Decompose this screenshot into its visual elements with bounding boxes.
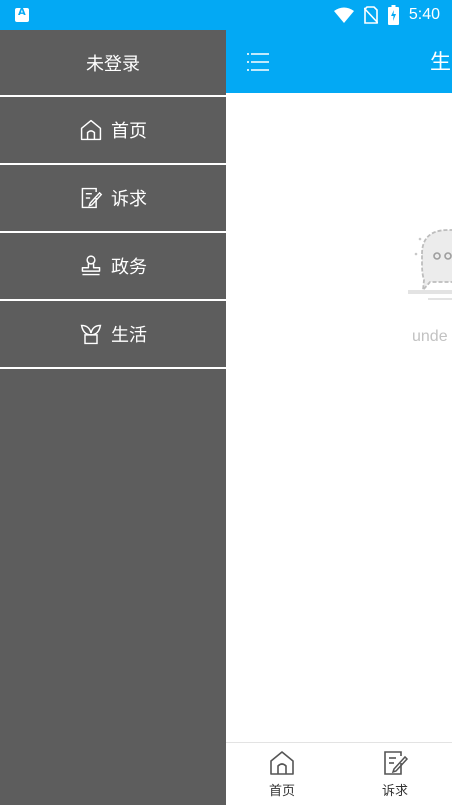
drawer-item-appeal[interactable]: 诉求 bbox=[0, 165, 226, 233]
tab-appeal[interactable]: 诉求 bbox=[365, 749, 425, 803]
no-sim-icon bbox=[363, 6, 378, 24]
status-icons: 5:40 bbox=[333, 4, 440, 26]
edit-note-icon bbox=[81, 187, 103, 209]
main-page: 生 unde 首页 诉求 bbox=[226, 30, 452, 805]
drawer-item-life[interactable]: 生活 bbox=[0, 301, 226, 369]
drawer-login-header[interactable]: 未登录 bbox=[0, 30, 226, 97]
status-bar: A 5:40 bbox=[0, 0, 452, 30]
app-notification-icon: A bbox=[15, 7, 29, 22]
app-bar: 生 bbox=[226, 30, 452, 93]
stamp-icon bbox=[81, 255, 101, 276]
drawer-item-appeal-label: 诉求 bbox=[111, 189, 147, 210]
tab-appeal-label: 诉求 bbox=[381, 784, 408, 799]
drawer-item-home[interactable]: 首页 bbox=[0, 97, 226, 165]
app-notification-letter: A bbox=[18, 7, 26, 18]
page-title: 生 bbox=[430, 50, 451, 74]
home-icon bbox=[270, 751, 294, 775]
empty-state-text: unde bbox=[412, 328, 448, 345]
battery-charging-icon bbox=[387, 5, 399, 25]
tab-home-label: 首页 bbox=[268, 784, 295, 799]
edit-note-icon bbox=[384, 751, 409, 775]
wifi-icon bbox=[333, 7, 354, 23]
drawer-item-government-label: 政务 bbox=[111, 257, 147, 278]
drawer-item-government[interactable]: 政务 bbox=[0, 233, 226, 301]
home-icon bbox=[80, 119, 102, 141]
tab-home[interactable]: 首页 bbox=[252, 749, 312, 803]
menu-icon[interactable] bbox=[242, 48, 274, 76]
chat-bubble-icon bbox=[408, 229, 452, 300]
drawer-item-home-label: 首页 bbox=[111, 121, 147, 142]
navigation-drawer: 未登录 首页 诉求 政务 生活 bbox=[0, 30, 226, 805]
bottom-tab-bar: 首页 诉求 bbox=[226, 742, 452, 805]
login-status-label: 未登录 bbox=[86, 53, 140, 75]
drawer-item-life-label: 生活 bbox=[111, 325, 147, 346]
status-time: 5:40 bbox=[408, 6, 440, 23]
sprout-icon bbox=[80, 324, 102, 345]
